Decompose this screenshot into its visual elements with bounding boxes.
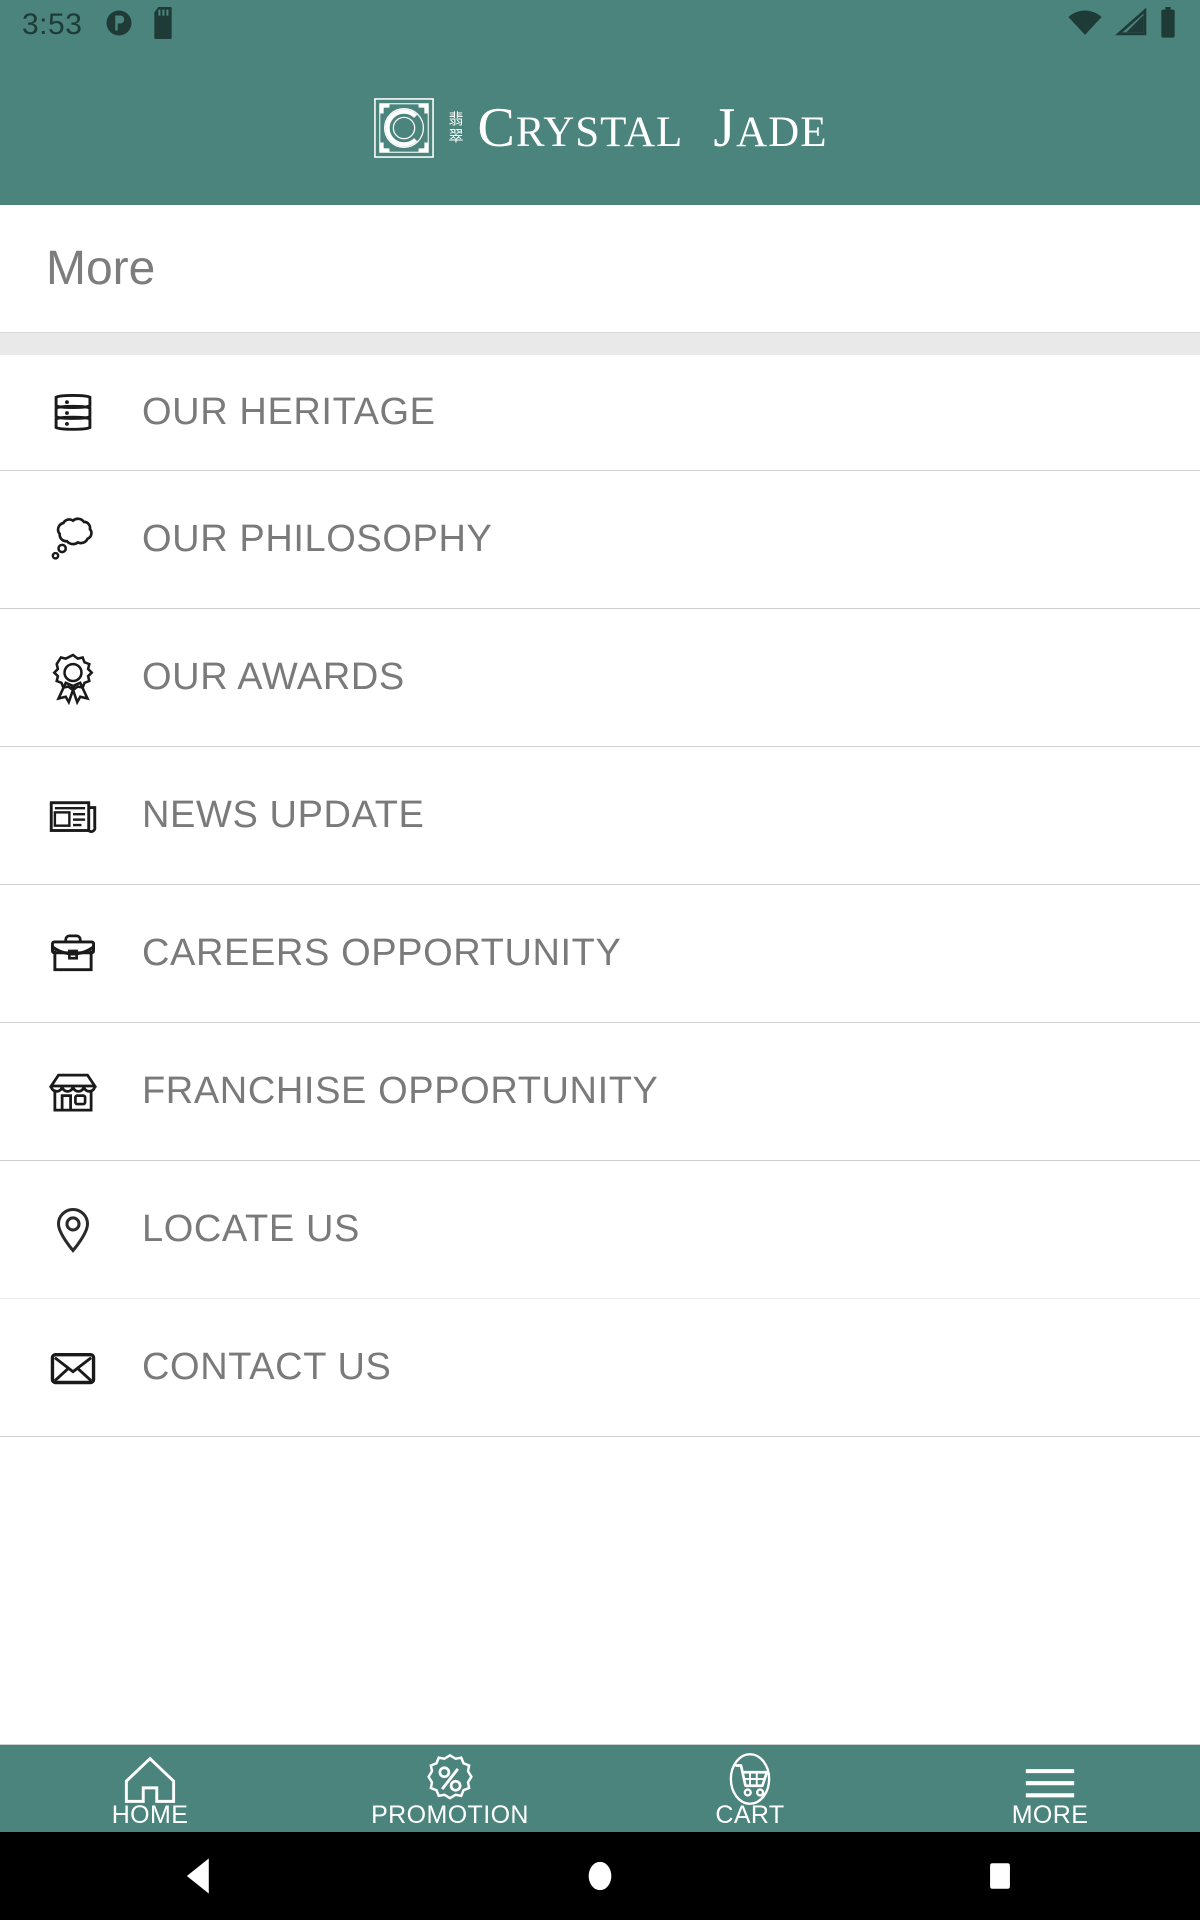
status-bar: 3:53: [0, 0, 1200, 50]
nav-tab-home[interactable]: HOME: [0, 1745, 300, 1832]
briefcase-icon: [18, 925, 128, 983]
map-pin-icon: [18, 1201, 128, 1259]
home-icon: [123, 1751, 177, 1805]
status-right-icons: [1066, 6, 1178, 44]
nav-tab-cart[interactable]: CART: [600, 1745, 900, 1832]
menu-item-label: OUR PHILOSOPHY: [142, 518, 493, 560]
menu-item-label: FRANCHISE OPPORTUNITY: [142, 1070, 659, 1112]
wifi-icon: [1066, 8, 1104, 43]
nav-tab-more[interactable]: MORE: [900, 1745, 1200, 1832]
android-system-navigation: [0, 1832, 1200, 1920]
back-triangle-icon[interactable]: [2, 1857, 398, 1895]
menu-item-label: CONTACT US: [142, 1346, 392, 1388]
menu-item-label: CAREERS OPPORTUNITY: [142, 932, 622, 974]
battery-icon: [1158, 6, 1178, 44]
more-menu-list[interactable]: OUR HERITAGE OUR PHILOSOPHY OUR AWARDS N…: [0, 333, 1200, 1744]
home-circle-icon[interactable]: [402, 1857, 798, 1895]
app-screen: 3:53 翡 翠 CRYSTAL JADE More OUR HERITAGE …: [0, 0, 1200, 1920]
recents-square-icon[interactable]: [802, 1857, 1198, 1895]
nav-tab-label: PROMOTION: [371, 1801, 529, 1829]
page-title: More: [46, 242, 156, 295]
bottom-navigation-bar: HOME PROMOTION CART MORE: [0, 1744, 1200, 1832]
brand-header: 翡 翠 CRYSTAL JADE: [0, 50, 1200, 205]
menu-item-our-awards[interactable]: OUR AWARDS: [0, 609, 1200, 747]
menu-item-label: LOCATE US: [142, 1208, 360, 1250]
scroll-edge-band: [0, 333, 1200, 355]
menu-item-our-philosophy[interactable]: OUR PHILOSOPHY: [0, 471, 1200, 609]
status-time: 3:53: [22, 8, 83, 41]
thought-bubble-icon: [18, 511, 128, 569]
menu-item-label: NEWS UPDATE: [142, 794, 425, 836]
storefront-icon: [18, 1063, 128, 1121]
envelope-icon: [18, 1339, 128, 1397]
brand-wordmark: CRYSTAL JADE: [477, 96, 828, 159]
crystal-jade-emblem-icon: [373, 97, 435, 159]
hamburger-menu-icon: [1021, 1751, 1079, 1805]
status-left-icons: [104, 6, 178, 44]
menu-item-franchise-opportunity[interactable]: FRANCHISE OPPORTUNITY: [0, 1023, 1200, 1161]
do-not-disturb-icon: [104, 8, 134, 43]
newspaper-icon: [18, 787, 128, 845]
page-header: More: [0, 205, 1200, 333]
menu-item-label: OUR HERITAGE: [142, 391, 436, 433]
brand-logo[interactable]: 翡 翠 CRYSTAL JADE: [373, 97, 828, 159]
menu-item-our-heritage[interactable]: OUR HERITAGE: [0, 355, 1200, 471]
nav-tab-label: HOME: [111, 1801, 189, 1829]
nav-tab-label: MORE: [1011, 1801, 1089, 1829]
award-ribbon-icon: [18, 649, 128, 707]
brand-chinese-characters: 翡 翠: [448, 109, 464, 145]
menu-item-news-update[interactable]: NEWS UPDATE: [0, 747, 1200, 885]
cellular-signal-icon: [1114, 7, 1148, 43]
menu-item-contact-us[interactable]: CONTACT US: [0, 1299, 1200, 1437]
menu-item-locate-us[interactable]: LOCATE US: [0, 1161, 1200, 1299]
sd-card-icon: [152, 6, 178, 44]
shopping-cart-icon: [723, 1751, 777, 1805]
menu-item-label: OUR AWARDS: [142, 656, 405, 698]
percent-badge-icon: [423, 1751, 477, 1805]
menu-item-careers-opportunity[interactable]: CAREERS OPPORTUNITY: [0, 885, 1200, 1023]
layers-icon: [18, 384, 128, 442]
nav-tab-promotion[interactable]: PROMOTION: [300, 1745, 600, 1832]
nav-tab-label: CART: [715, 1801, 785, 1829]
